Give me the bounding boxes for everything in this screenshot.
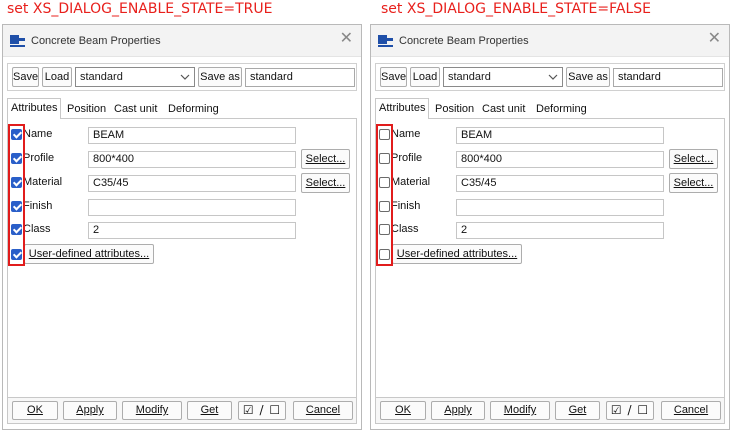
profile-field[interactable]: 800*400 bbox=[456, 151, 664, 168]
cancel-label: Cancel bbox=[305, 404, 341, 416]
toolbar: Save Load standard Save as standard bbox=[7, 63, 357, 91]
toolbar: Save Load standard Save as standard bbox=[375, 63, 725, 91]
material-select-button[interactable]: Select... bbox=[669, 173, 718, 193]
material-field[interactable]: C35/45 bbox=[88, 175, 296, 192]
material-select-label: Select... bbox=[305, 177, 346, 189]
dialog-enable-false: Concrete Beam Properties ✕ Save Load sta… bbox=[370, 24, 730, 430]
app-icon bbox=[10, 35, 25, 47]
material-field[interactable]: C35/45 bbox=[456, 175, 664, 192]
label-name: Name bbox=[391, 128, 421, 140]
tab-position[interactable]: Position bbox=[432, 101, 477, 118]
label-finish: Finish bbox=[391, 200, 421, 212]
load-button[interactable]: Load bbox=[410, 67, 440, 87]
modify-label: Modify bbox=[135, 404, 169, 416]
bottom-bar: OK Apply Modify Get ☑ / ☐ Cancel bbox=[7, 398, 357, 424]
class-field[interactable]: 2 bbox=[88, 222, 296, 239]
save-button[interactable]: Save bbox=[12, 67, 39, 87]
window-title: Concrete Beam Properties bbox=[399, 35, 529, 47]
toggle-all-icon: ☑ / ☐ bbox=[242, 403, 282, 417]
profile-select-button[interactable]: Select... bbox=[669, 149, 718, 169]
label-class: Class bbox=[23, 223, 51, 235]
label-class: Class bbox=[391, 223, 419, 235]
title-bar: Concrete Beam Properties ✕ bbox=[3, 25, 361, 57]
load-dropdown[interactable]: standard bbox=[75, 67, 195, 87]
label-profile: Profile bbox=[23, 152, 55, 164]
tab-cast-unit[interactable]: Cast unit bbox=[479, 101, 528, 118]
checkbox-highlight bbox=[376, 124, 393, 266]
chevron-down-icon bbox=[180, 74, 190, 80]
app-icon bbox=[378, 35, 393, 47]
class-field[interactable]: 2 bbox=[456, 222, 664, 239]
label-material: Material bbox=[23, 176, 63, 188]
profile-select-button[interactable]: Select... bbox=[301, 149, 350, 169]
chevron-down-icon bbox=[548, 74, 558, 80]
label-profile: Profile bbox=[391, 152, 423, 164]
profile-select-label: Select... bbox=[673, 153, 714, 165]
ok-label: OK bbox=[395, 404, 411, 416]
load-button[interactable]: Load bbox=[42, 67, 72, 87]
save-as-button[interactable]: Save as bbox=[198, 67, 242, 87]
user-defined-attributes-button[interactable]: User-defined attributes... bbox=[24, 244, 154, 264]
load-dropdown-value: standard bbox=[80, 71, 123, 83]
label-name: Name bbox=[23, 128, 53, 140]
ok-button[interactable]: OK bbox=[380, 401, 426, 420]
finish-field[interactable] bbox=[88, 199, 296, 216]
label-material: Material bbox=[391, 176, 431, 188]
profile-field[interactable]: 800*400 bbox=[88, 151, 296, 168]
cancel-button[interactable]: Cancel bbox=[661, 401, 721, 420]
get-label: Get bbox=[568, 404, 587, 416]
load-dropdown-value: standard bbox=[448, 71, 491, 83]
save-as-input[interactable]: standard bbox=[613, 68, 723, 87]
toggle-all-icon: ☑ / ☐ bbox=[610, 403, 650, 417]
user-defined-attributes-button[interactable]: User-defined attributes... bbox=[392, 244, 522, 264]
close-icon[interactable]: ✕ bbox=[340, 30, 353, 48]
get-button[interactable]: Get bbox=[555, 401, 600, 420]
tab-deforming[interactable]: Deforming bbox=[165, 101, 222, 118]
label-finish: Finish bbox=[23, 200, 53, 212]
cancel-label: Cancel bbox=[673, 404, 709, 416]
get-button[interactable]: Get bbox=[187, 401, 232, 420]
tab-attributes[interactable]: Attributes bbox=[375, 98, 430, 119]
cancel-button[interactable]: Cancel bbox=[293, 401, 353, 420]
toggle-all-button[interactable]: ☑ / ☐ bbox=[238, 401, 286, 420]
user-defined-label: User-defined attributes... bbox=[396, 248, 518, 260]
modify-button[interactable]: Modify bbox=[490, 401, 550, 420]
finish-field[interactable] bbox=[456, 199, 664, 216]
name-field[interactable]: BEAM bbox=[88, 127, 296, 144]
save-as-button[interactable]: Save as bbox=[566, 67, 610, 87]
apply-button[interactable]: Apply bbox=[63, 401, 117, 420]
tab-deforming[interactable]: Deforming bbox=[533, 101, 590, 118]
profile-select-label: Select... bbox=[305, 153, 346, 165]
modify-label: Modify bbox=[503, 404, 537, 416]
material-select-button[interactable]: Select... bbox=[301, 173, 350, 193]
save-button[interactable]: Save bbox=[380, 67, 407, 87]
modify-button[interactable]: Modify bbox=[122, 401, 182, 420]
apply-button[interactable]: Apply bbox=[431, 401, 485, 420]
ok-button[interactable]: OK bbox=[12, 401, 58, 420]
window-title: Concrete Beam Properties bbox=[31, 35, 161, 47]
load-dropdown[interactable]: standard bbox=[443, 67, 563, 87]
attributes-panel: Name BEAM Profile 800*400 Select... Mate… bbox=[375, 118, 725, 398]
dialog-enable-true: Concrete Beam Properties ✕ Save Load sta… bbox=[2, 24, 362, 430]
caption-left: set XS_DIALOG_ENABLE_STATE=TRUE bbox=[7, 1, 273, 17]
apply-label: Apply bbox=[444, 404, 472, 416]
attributes-panel: Name BEAM Profile 800*400 Select... Mate… bbox=[7, 118, 357, 398]
tab-cast-unit[interactable]: Cast unit bbox=[111, 101, 160, 118]
caption-right: set XS_DIALOG_ENABLE_STATE=FALSE bbox=[381, 1, 651, 17]
user-defined-label: User-defined attributes... bbox=[28, 248, 150, 260]
material-select-label: Select... bbox=[673, 177, 714, 189]
close-icon[interactable]: ✕ bbox=[708, 30, 721, 48]
get-label: Get bbox=[200, 404, 219, 416]
name-field[interactable]: BEAM bbox=[456, 127, 664, 144]
tab-attributes[interactable]: Attributes bbox=[7, 98, 62, 119]
checkbox-highlight bbox=[8, 124, 25, 266]
bottom-bar: OK Apply Modify Get ☑ / ☐ Cancel bbox=[375, 398, 725, 424]
toggle-all-button[interactable]: ☑ / ☐ bbox=[606, 401, 654, 420]
save-as-input[interactable]: standard bbox=[245, 68, 355, 87]
ok-label: OK bbox=[27, 404, 43, 416]
apply-label: Apply bbox=[76, 404, 104, 416]
title-bar: Concrete Beam Properties ✕ bbox=[371, 25, 729, 57]
tab-position[interactable]: Position bbox=[64, 101, 109, 118]
